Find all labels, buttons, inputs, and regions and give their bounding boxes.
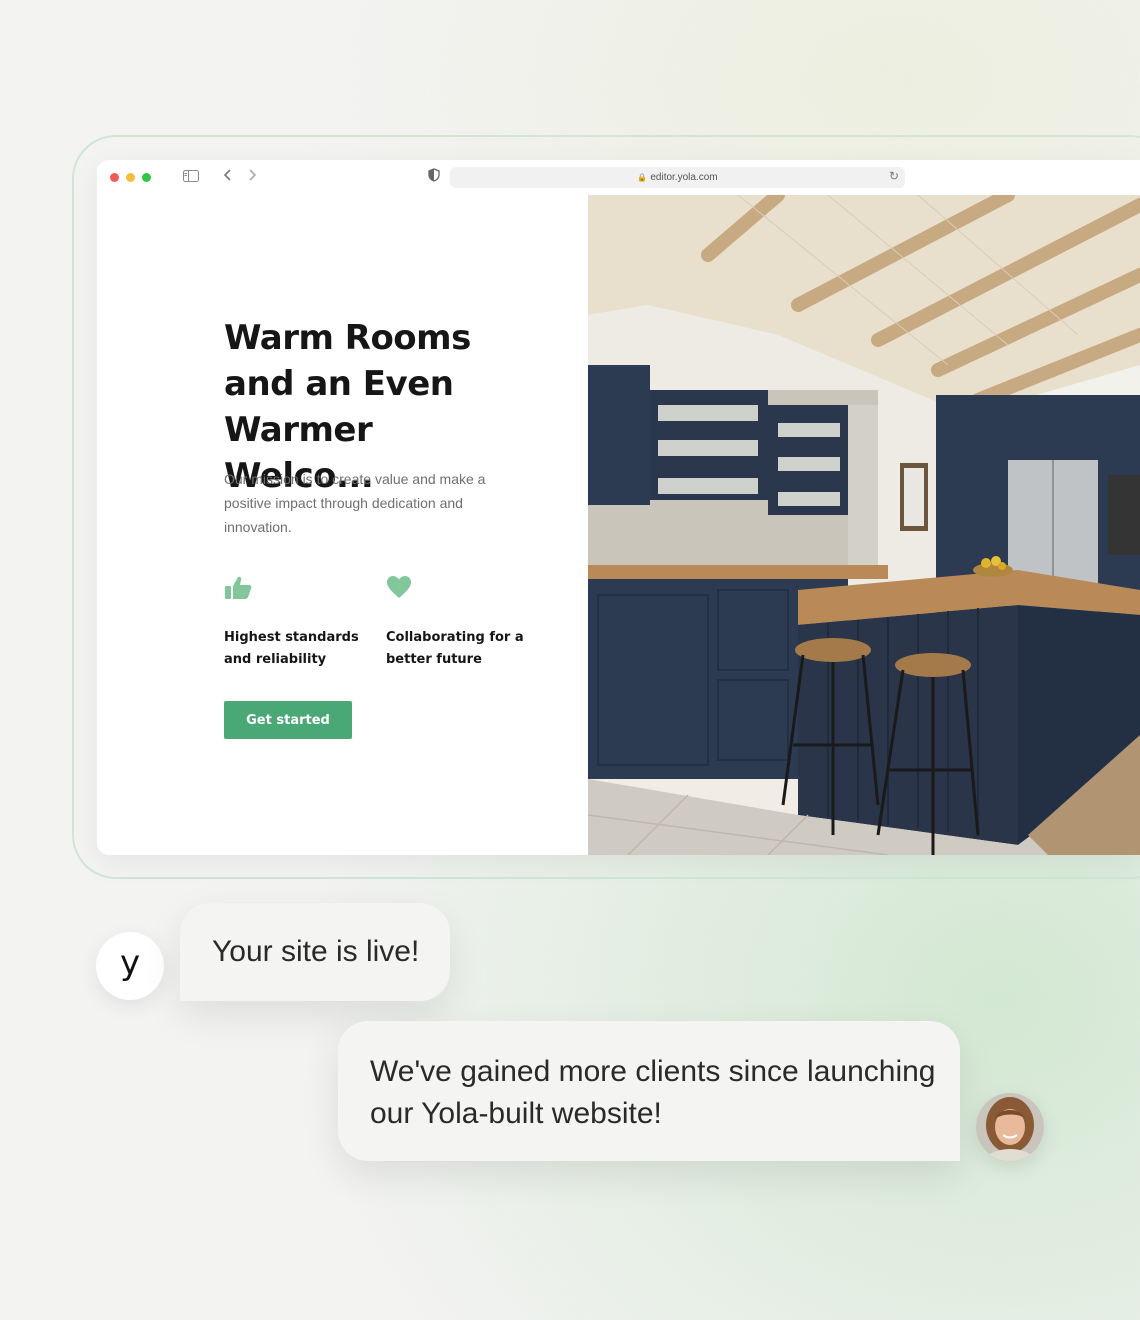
thumbs-up-icon <box>224 575 374 603</box>
forward-icon[interactable] <box>247 168 257 186</box>
feature-collaborating: Collaborating for a better future <box>386 575 536 671</box>
hero-text-panel: Warm Rooms and an Even Warmer Welco... O… <box>97 195 588 855</box>
maximize-window-button[interactable] <box>142 173 151 182</box>
browser-window: 🔒 editor.yola.com ↻ Warm Rooms and an Eve… <box>97 160 1140 855</box>
back-icon[interactable] <box>223 168 233 186</box>
yola-avatar: y <box>96 932 164 1000</box>
sidebar-icon[interactable] <box>183 168 199 186</box>
lock-icon: 🔒 <box>637 173 648 182</box>
minimize-window-button[interactable] <box>126 173 135 182</box>
hero-description: Our mission is to create value and make … <box>224 471 486 535</box>
chat-message-text: Your site is live! <box>212 935 420 968</box>
close-window-button[interactable] <box>110 173 119 182</box>
get-started-button[interactable]: Get started <box>224 701 352 739</box>
reload-icon[interactable]: ↻ <box>889 169 899 183</box>
kitchen-photo <box>588 195 1140 855</box>
chat-message-site-live: Your site is live! <box>180 903 450 1001</box>
heart-icon <box>386 575 536 603</box>
feature-standards: Highest standards and reliability <box>224 575 374 671</box>
feature-label: Highest standards and reliability <box>224 630 359 667</box>
chat-message-text: We've gained more clients since launchin… <box>370 1055 936 1130</box>
feature-label: Collaborating for a better future <box>386 630 524 667</box>
shield-icon[interactable] <box>428 168 440 186</box>
browser-toolbar: 🔒 editor.yola.com ↻ <box>97 160 1140 196</box>
address-url: 🔒 editor.yola.com <box>637 172 718 183</box>
user-avatar <box>976 1093 1044 1161</box>
address-bar[interactable]: 🔒 editor.yola.com ↻ <box>450 167 905 188</box>
chat-message-testimonial: We've gained more clients since launchin… <box>338 1021 960 1161</box>
